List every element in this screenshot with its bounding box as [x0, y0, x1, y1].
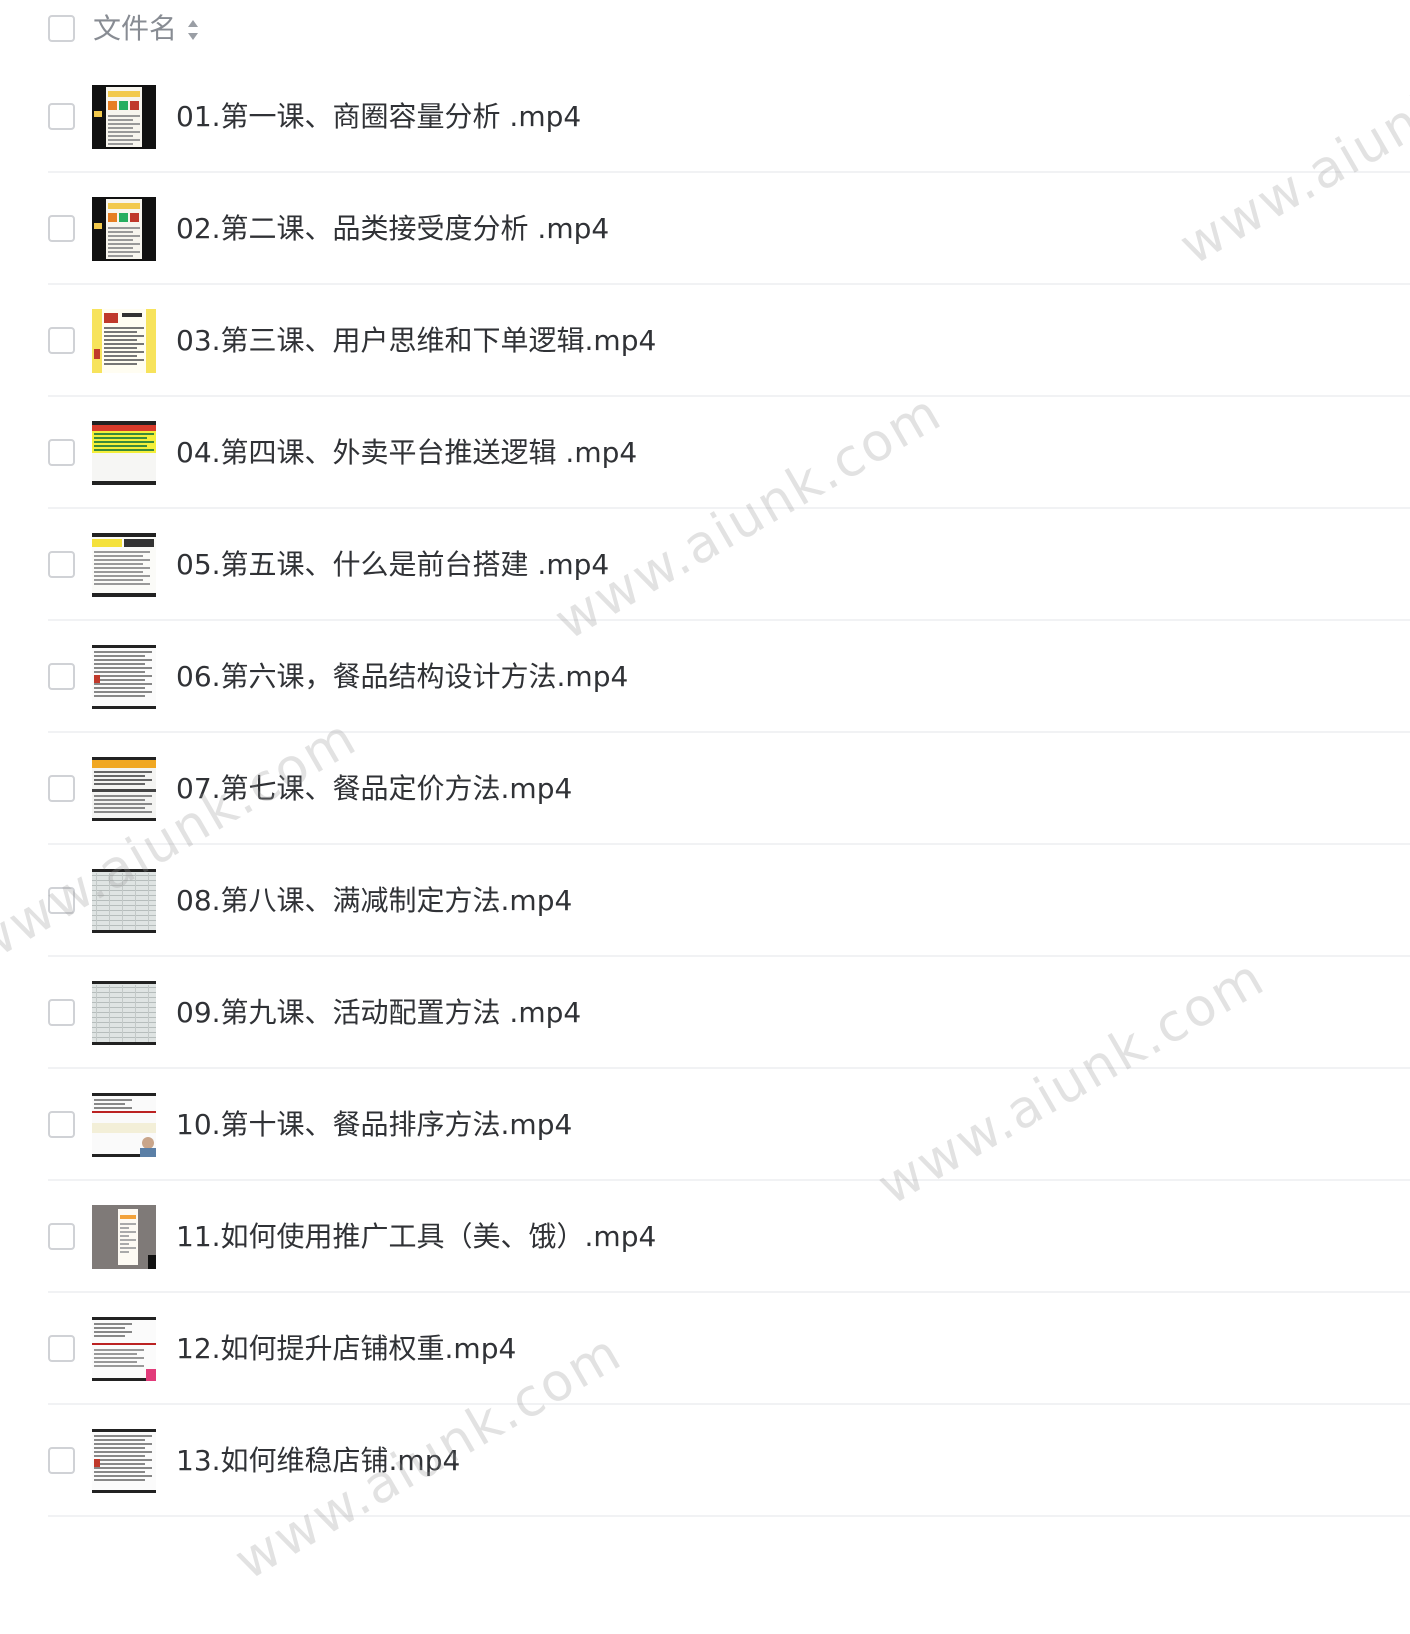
video-thumbnail [92, 309, 156, 373]
video-thumbnail [92, 1429, 156, 1493]
file-row[interactable]: 05.第五课、什么是前台搭建 .mp4 [0, 509, 1410, 621]
row-checkbox[interactable] [48, 887, 75, 914]
file-name[interactable]: 08.第八课、满减制定方法.mp4 [176, 883, 572, 919]
row-checkbox[interactable] [48, 215, 75, 242]
column-header-filename[interactable]: 文件名 [93, 12, 177, 46]
file-name[interactable]: 03.第三课、用户思维和下单逻辑.mp4 [176, 323, 656, 359]
sort-icon[interactable] [186, 18, 200, 42]
row-checkbox[interactable] [48, 1223, 75, 1250]
file-name[interactable]: 01.第一课、商圈容量分析 .mp4 [176, 99, 581, 135]
video-thumbnail [92, 421, 156, 485]
video-thumbnail [92, 533, 156, 597]
file-row[interactable]: 12.如何提升店铺权重.mp4 [0, 1293, 1410, 1405]
file-name[interactable]: 07.第七课、餐品定价方法.mp4 [176, 771, 572, 807]
file-list-header: 文件名 [0, 0, 1410, 60]
row-checkbox[interactable] [48, 1335, 75, 1362]
video-thumbnail [92, 85, 156, 149]
file-name[interactable]: 12.如何提升店铺权重.mp4 [176, 1331, 516, 1367]
file-row[interactable]: 04.第四课、外卖平台推送逻辑 .mp4 [0, 397, 1410, 509]
select-all-checkbox[interactable] [48, 15, 75, 42]
file-row[interactable]: 06.第六课，餐品结构设计方法.mp4 [0, 621, 1410, 733]
row-checkbox[interactable] [48, 999, 75, 1026]
file-row[interactable]: 10.第十课、餐品排序方法.mp4 [0, 1069, 1410, 1181]
file-row[interactable]: 13.如何维稳店铺.mp4 [0, 1405, 1410, 1517]
video-thumbnail [92, 645, 156, 709]
row-checkbox[interactable] [48, 663, 75, 690]
file-row[interactable]: 11.如何使用推广工具（美、饿）.mp4 [0, 1181, 1410, 1293]
file-row[interactable]: 03.第三课、用户思维和下单逻辑.mp4 [0, 285, 1410, 397]
video-thumbnail [92, 869, 156, 933]
file-name[interactable]: 05.第五课、什么是前台搭建 .mp4 [176, 547, 609, 583]
file-name[interactable]: 13.如何维稳店铺.mp4 [176, 1443, 460, 1479]
file-name[interactable]: 06.第六课，餐品结构设计方法.mp4 [176, 659, 628, 695]
file-row[interactable]: 01.第一课、商圈容量分析 .mp4 [0, 61, 1410, 173]
file-row[interactable]: 02.第二课、品类接受度分析 .mp4 [0, 173, 1410, 285]
video-thumbnail [92, 1205, 156, 1269]
file-name[interactable]: 10.第十课、餐品排序方法.mp4 [176, 1107, 572, 1143]
file-row[interactable]: 09.第九课、活动配置方法 .mp4 [0, 957, 1410, 1069]
file-name[interactable]: 02.第二课、品类接受度分析 .mp4 [176, 211, 609, 247]
video-thumbnail [92, 757, 156, 821]
row-checkbox[interactable] [48, 327, 75, 354]
video-thumbnail [92, 1317, 156, 1381]
file-row[interactable]: 07.第七课、餐品定价方法.mp4 [0, 733, 1410, 845]
file-name[interactable]: 11.如何使用推广工具（美、饿）.mp4 [176, 1219, 656, 1255]
row-checkbox[interactable] [48, 103, 75, 130]
row-checkbox[interactable] [48, 775, 75, 802]
row-checkbox[interactable] [48, 551, 75, 578]
row-checkbox[interactable] [48, 1111, 75, 1138]
row-divider [48, 1515, 1410, 1517]
row-checkbox[interactable] [48, 439, 75, 466]
file-name[interactable]: 09.第九课、活动配置方法 .mp4 [176, 995, 581, 1031]
video-thumbnail [92, 981, 156, 1045]
row-checkbox[interactable] [48, 1447, 75, 1474]
file-row[interactable]: 08.第八课、满减制定方法.mp4 [0, 845, 1410, 957]
video-thumbnail [92, 197, 156, 261]
file-name[interactable]: 04.第四课、外卖平台推送逻辑 .mp4 [176, 435, 637, 471]
video-thumbnail [92, 1093, 156, 1157]
